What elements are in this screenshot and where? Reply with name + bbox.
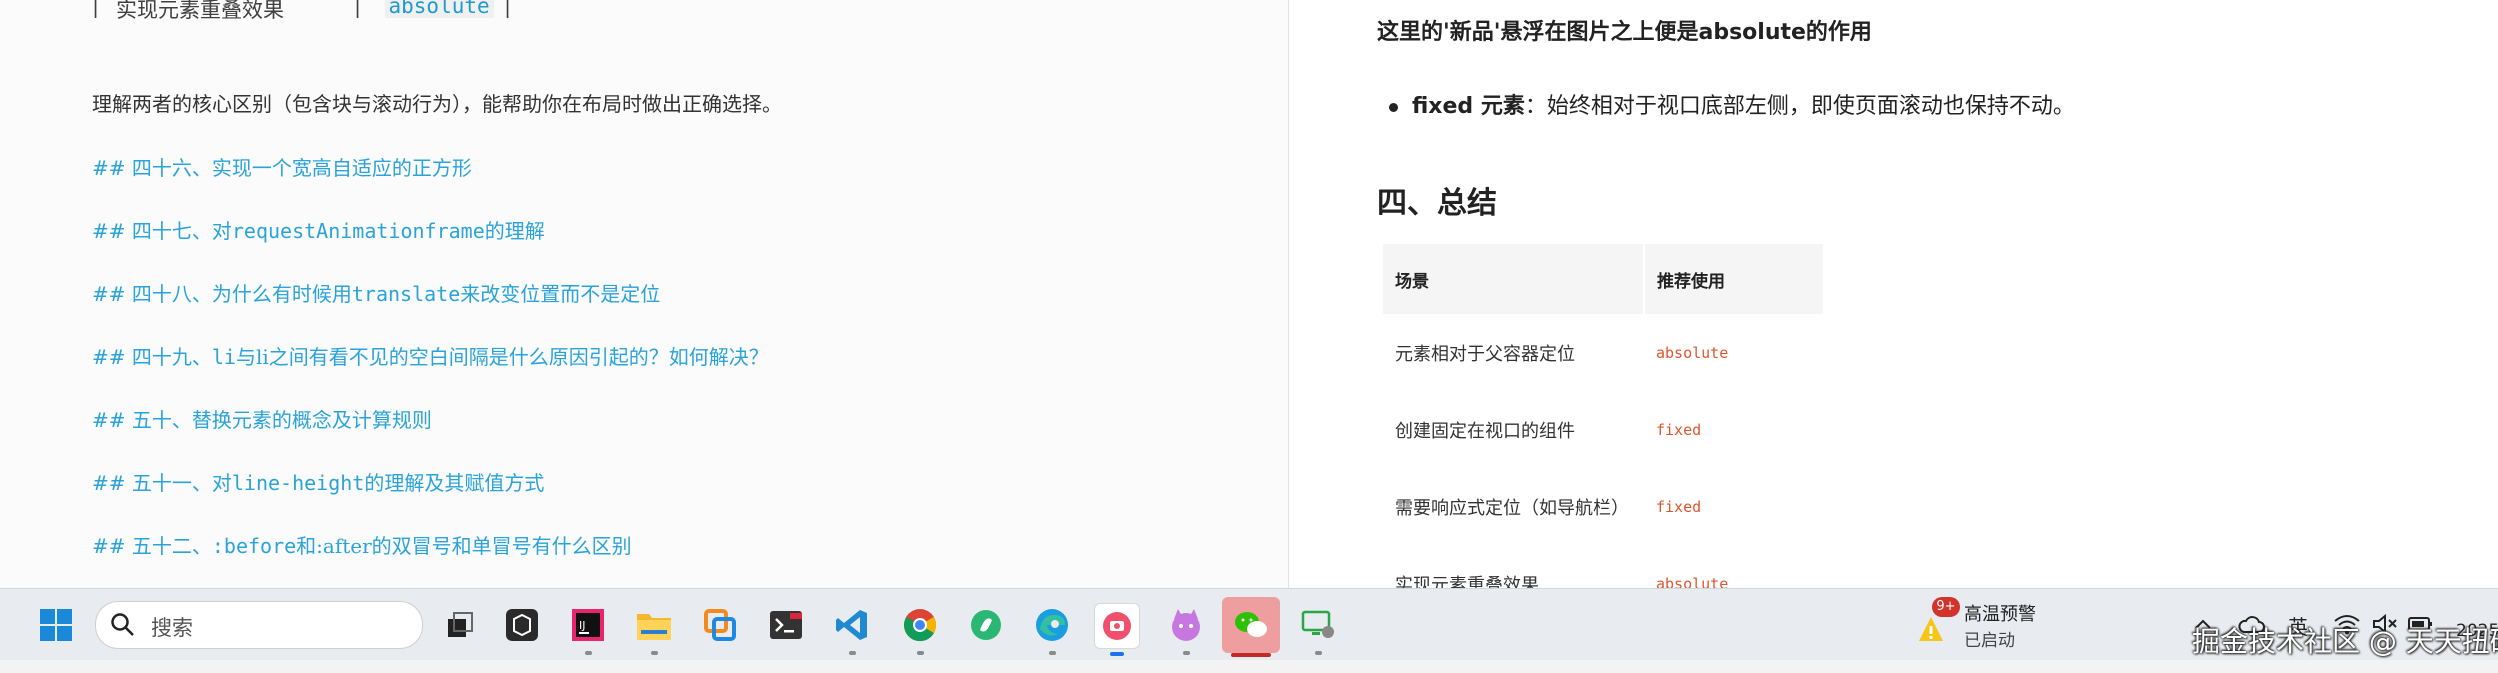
vscode-icon[interactable] <box>830 603 874 655</box>
md-heading-47: ## 四十七、对requestAnimationframe的理解 <box>92 219 545 243</box>
watermark-text: 掘金技术社区 @ 天天扭码 <box>2192 625 2498 658</box>
table-cell: 需要响应式定位（如导航栏） <box>1395 497 1629 519</box>
active-indicator <box>1231 653 1271 657</box>
running-indicator <box>585 651 592 655</box>
table-row: 需要响应式定位（如导航栏） fixed <box>1383 468 1824 545</box>
table-cell-code: fixed <box>1656 420 1702 439</box>
table-header: 推荐使用 <box>1644 244 1825 314</box>
table-row: 元素相对于父容器定位 absolute <box>1383 314 1824 391</box>
md-heading-46: ## 四十六、实现一个宽高自适应的正方形 <box>92 156 472 180</box>
taskbar-search-box[interactable]: 搜索 <box>95 601 423 649</box>
table-cell: 元素相对于父容器定位 <box>1395 343 1575 365</box>
bullet-text: ：始终相对于视口底部左侧，即使页面滚动也保持不动。 <box>1524 94 2075 119</box>
weather-alert-title[interactable]: 高温预警 <box>1964 600 2036 626</box>
table-cell-code: absolute <box>1656 343 1729 362</box>
summary-table: 场景 推荐使用 元素相对于父容器定位 absolute 创建固定在视口的组件 f… <box>1383 244 1825 588</box>
search-label: 搜索 <box>151 616 193 640</box>
table-row: 创建固定在视口的组件 fixed <box>1383 391 1824 468</box>
running-indicator <box>1315 651 1322 655</box>
md-heading-52: ## 五十二、:before和:after的双冒号和单冒号有什么区别 <box>92 534 632 558</box>
screen-recorder-icon[interactable] <box>1094 603 1140 656</box>
table-row: 实现元素重叠效果 absolute <box>1383 545 1824 589</box>
md-heading-49: ## 四十九、li与li之间有看不见的空白间隔是什么原因引起的？如何解决？ <box>92 345 769 369</box>
green-app-icon[interactable] <box>964 603 1008 647</box>
running-indicator <box>1183 651 1190 655</box>
file-explorer-icon[interactable] <box>632 603 676 655</box>
bullet-bold: fixed 元素 <box>1412 94 1525 119</box>
table-cell-code: ` absolute ` <box>374 0 504 18</box>
windows-start-icon[interactable] <box>34 603 78 647</box>
table-cell: 实现元素重叠效果 <box>1395 574 1539 589</box>
md-paragraph: 理解两者的核心区别（包含块与滚动行为），能帮助你在布局时做出正确选择。 <box>92 92 782 116</box>
table-cell: 创建固定在视口的组件 <box>1395 420 1575 442</box>
terminal-icon[interactable] <box>764 603 808 647</box>
running-indicator <box>1049 651 1056 655</box>
screen-bottom-strip <box>0 660 2498 673</box>
edge-icon[interactable] <box>1030 603 1074 655</box>
table-cell-scene: 实现元素重叠效果 <box>116 0 284 22</box>
table-cell-code: absolute <box>1656 574 1729 589</box>
preview-paragraph: 这里的'新品'悬浮在图片之上便是absolute的作用 <box>1377 20 1872 45</box>
github-desktop-icon[interactable] <box>500 603 544 647</box>
chrome-icon[interactable] <box>898 603 942 655</box>
markdown-editor-pane[interactable]: | 实现元素重叠效果 | ` absolute ` | 理解两者的核心区别（包含块与… <box>0 0 1289 588</box>
preview-bullet-item: fixed 元素：始终相对于视口底部左侧，即使页面滚动也保持不动。 <box>1389 88 2075 120</box>
table-pipe: | <box>354 0 362 18</box>
md-heading-51: ## 五十一、对line-height的理解及其赋值方式 <box>92 471 545 495</box>
table-cell-code: fixed <box>1656 497 1702 516</box>
active-indicator <box>1110 652 1124 656</box>
notification-badge: 9+ <box>1932 597 1960 617</box>
table-pipe: | <box>92 0 100 18</box>
running-indicator <box>917 651 924 655</box>
table-header-row: 场景 推荐使用 <box>1383 244 1825 314</box>
svg-text:IJ: IJ <box>579 619 586 632</box>
md-heading-50: ## 五十、替换元素的概念及计算规则 <box>92 408 432 432</box>
bullet-dot <box>1389 102 1398 112</box>
windows-taskbar: 搜索 IJ 9+ 高温预警 已启动 英 2025 <box>0 588 2498 661</box>
intellij-icon[interactable]: IJ <box>566 603 610 655</box>
app-orange-squares-icon[interactable] <box>698 603 742 647</box>
table-pipe: | <box>504 0 512 18</box>
search-icon <box>111 613 134 636</box>
running-indicator <box>849 651 856 655</box>
weather-alert-status: 已启动 <box>1964 631 2015 651</box>
preview-pane[interactable]: 这里的'新品'悬浮在图片之上便是absolute的作用 fixed 元素：始终相… <box>1289 0 2498 588</box>
warning-bell-icon[interactable] <box>1914 611 1948 651</box>
table-header: 场景 <box>1383 244 1645 314</box>
running-indicator <box>651 651 658 655</box>
task-view-icon[interactable] <box>438 603 482 647</box>
cat-app-icon[interactable] <box>1164 603 1208 655</box>
md-heading-48: ## 四十八、为什么有时候用translate来改变位置而不是定位 <box>92 282 661 306</box>
remote-desktop-icon[interactable] <box>1296 603 1340 655</box>
section-heading: 四、总结 <box>1377 186 1497 221</box>
wechat-icon[interactable] <box>1222 597 1280 657</box>
